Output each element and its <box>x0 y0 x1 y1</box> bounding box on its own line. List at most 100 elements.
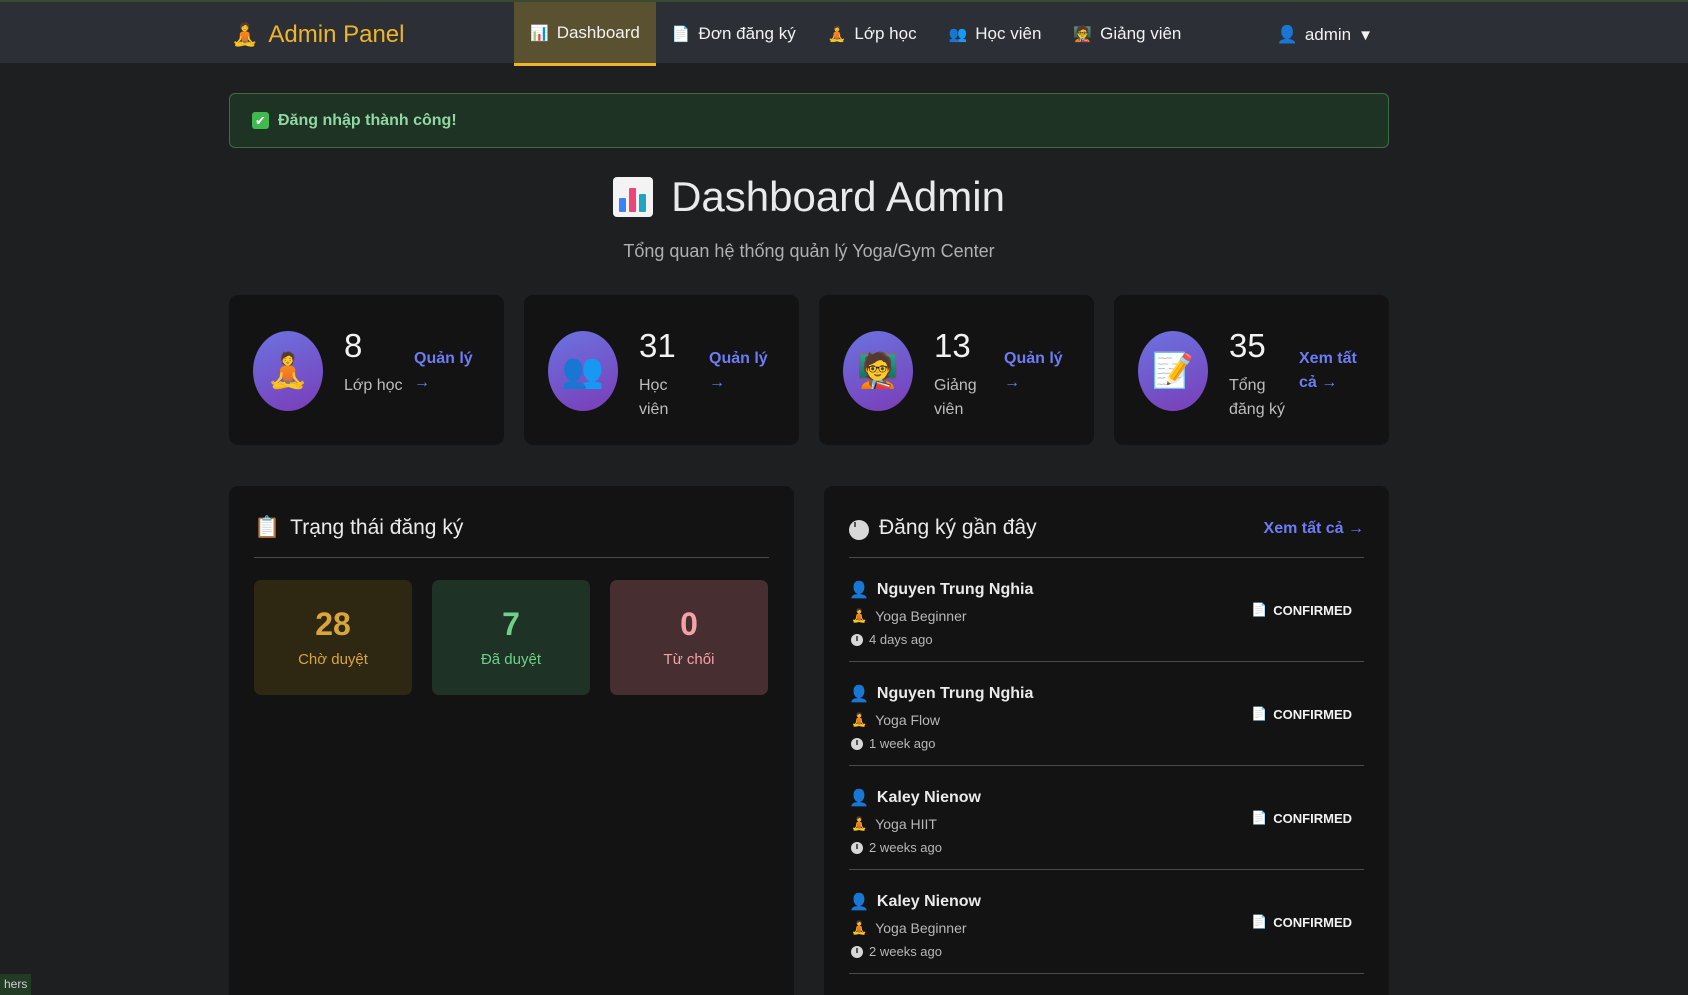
time-ago: 2 weeks ago <box>851 840 942 855</box>
class-name-text: Yoga Beginner <box>875 608 967 624</box>
brand-logo[interactable]: 🧘 Admin Panel <box>231 18 404 52</box>
document-icon: 📄 <box>1251 914 1268 929</box>
bar-chart-icon <box>613 177 654 217</box>
panel-title: Trạng thái đăng ký <box>290 516 464 539</box>
list-item[interactable]: 👤 Kaley Nienow 🧘 Yoga HIIT 2 weeks ago 📄 CO… <box>849 766 1364 870</box>
list-item[interactable]: 👤 Nguyen Trung Nghia 🧘 Yoga Beginner 4 day… <box>849 558 1364 662</box>
meditation-icon: 🧘 <box>231 22 259 47</box>
page-title: Dashboard Admin <box>0 173 1618 221</box>
view-all-registrations-link[interactable]: Xem tất cả → <box>1299 347 1369 395</box>
status-label: Chờ duyệt <box>298 651 368 668</box>
stat-value: 35 <box>1229 327 1266 364</box>
page-title-text: Dashboard Admin <box>671 173 1005 220</box>
status-pending[interactable]: 28 Chờ duyệt <box>254 580 412 695</box>
class-name: 🧘 Yoga HIIT <box>851 816 937 832</box>
student-name: 👤 Kaley Nienow <box>849 788 981 808</box>
status-badge: 📄 CONFIRMED <box>1251 706 1352 722</box>
nav-item-label: Đơn đăng ký <box>698 24 796 43</box>
class-name-text: Yoga HIIT <box>875 816 937 832</box>
status-badge: 📄 CONFIRMED <box>1251 810 1352 826</box>
stat-label: Giảng viên <box>934 377 977 418</box>
status-badge-text: CONFIRMED <box>1273 914 1352 930</box>
stat-card-registrations: 📝 35 Tổng đăng ký Xem tất cả → <box>1114 295 1389 445</box>
nav-item-label: Lớp học <box>854 24 917 43</box>
list-item[interactable]: 👤 Kaley Nienow 🧘 Yoga Beginner 2 weeks ago… <box>849 870 1364 974</box>
status-approved[interactable]: 7 Đã duyệt <box>432 580 590 695</box>
stat-label: Lớp học <box>344 377 403 394</box>
view-all-link[interactable]: Xem tất cả → <box>1264 516 1364 538</box>
teacher-icon: 🧑‍🏫 <box>1073 26 1093 43</box>
time-ago: 2 weeks ago <box>851 944 942 959</box>
meditation-icon: 🧘 <box>253 331 323 411</box>
class-name: 🧘 Yoga Beginner <box>851 608 967 624</box>
stat-card-students: 👥 31 Học viên Quản lý → <box>524 295 799 445</box>
status-value: 0 <box>680 606 698 642</box>
nav-links: 📊 Dashboard 📄 Đơn đăng ký 🧘 Lớp học 👥 Họ… <box>514 2 1197 66</box>
meditation-icon: 🧘 <box>827 26 847 43</box>
memo-icon: 📝 <box>1138 331 1208 411</box>
clipboard-icon: 📋 <box>254 516 281 539</box>
time-ago-text: 2 weeks ago <box>869 840 942 855</box>
nav-item-registrations[interactable]: 📄 Đơn đăng ký <box>656 2 812 66</box>
nav-item-students[interactable]: 👥 Học viên <box>933 2 1058 66</box>
student-name-text: Kaley Nienow <box>876 789 981 806</box>
panel-title: Đăng ký gần đây <box>879 516 1037 539</box>
status-bar-tag: hers <box>0 974 32 995</box>
status-badge-text: CONFIRMED <box>1273 810 1352 826</box>
time-ago: 4 days ago <box>851 632 933 647</box>
nav-item-dashboard[interactable]: 📊 Dashboard <box>514 2 656 66</box>
student-name-text: Nguyen Trung Nghia <box>876 581 1034 598</box>
class-name-text: Yoga Flow <box>875 712 941 728</box>
time-ago-text: 2 weeks ago <box>869 944 942 959</box>
manage-students-link[interactable]: Quản lý → <box>709 347 779 395</box>
user-icon: 👤 <box>849 790 869 807</box>
list-item[interactable]: 👤 Nguyen Trung Nghia 🧘 Yoga Flow 1 week ag… <box>849 662 1364 766</box>
nav-item-label: Dashboard <box>556 22 640 42</box>
manage-classes-link[interactable]: Quản lý → <box>414 347 484 395</box>
login-success-alert: ✔ Đăng nhập thành công! <box>229 93 1389 148</box>
stat-card-instructors: 🧑‍🏫 13 Giảng viên Quản lý → <box>819 295 1094 445</box>
document-icon: 📄 <box>1251 706 1268 721</box>
users-icon: 👥 <box>948 26 968 43</box>
class-name: 🧘 Yoga Beginner <box>851 920 967 936</box>
meditation-icon: 🧘 <box>851 608 868 623</box>
document-icon: 📄 <box>1251 602 1268 617</box>
status-badge: 📄 CONFIRMED <box>1251 914 1352 930</box>
status-label: Từ chối <box>663 651 715 668</box>
status-value: 28 <box>315 606 351 642</box>
meditation-icon: 🧘 <box>851 712 868 727</box>
meditation-icon: 🧘 <box>851 920 868 935</box>
stat-value: 13 <box>934 327 971 364</box>
status-rejected[interactable]: 0 Từ chối <box>610 580 768 695</box>
time-ago: 1 week ago <box>851 736 936 751</box>
caret-down-icon: ▼ <box>1358 26 1373 44</box>
recent-registrations-panel: Đăng ký gần đây Xem tất cả → 👤 Nguyen Tru… <box>824 486 1389 995</box>
student-name: 👤 Nguyen Trung Nghia <box>849 684 1033 704</box>
student-name-text: Kaley Nienow <box>876 893 981 910</box>
stat-label: Tổng đăng ký <box>1229 377 1286 418</box>
time-ago-text: 1 week ago <box>869 736 936 751</box>
document-icon: 📄 <box>671 26 691 43</box>
status-value: 7 <box>502 606 520 642</box>
clock-icon <box>849 520 869 540</box>
class-name: 🧘 Yoga Flow <box>851 712 940 728</box>
student-name-text: Nguyen Trung Nghia <box>876 685 1034 702</box>
nav-item-label: Giảng viên <box>1100 24 1182 43</box>
nav-item-classes[interactable]: 🧘 Lớp học <box>812 2 933 66</box>
clock-icon <box>851 841 863 854</box>
nav-item-instructors[interactable]: 🧑‍🏫 Giảng viên <box>1057 2 1197 66</box>
clock-icon <box>851 945 863 958</box>
user-icon: 👤 <box>849 686 869 703</box>
stat-value: 8 <box>344 327 363 364</box>
user-icon: 👤 <box>1276 25 1298 44</box>
user-menu[interactable]: 👤 admin ▼ <box>1277 18 1373 52</box>
user-icon: 👤 <box>849 582 869 599</box>
teacher-icon: 🧑‍🏫 <box>843 331 913 411</box>
meditation-icon: 🧘 <box>851 816 868 831</box>
user-name: admin <box>1304 25 1352 44</box>
status-badge-text: CONFIRMED <box>1273 706 1352 722</box>
clock-icon <box>851 633 863 646</box>
manage-instructors-link[interactable]: Quản lý → <box>1004 347 1074 395</box>
brand-name: Admin Panel <box>268 21 405 48</box>
status-badge: 📄 CONFIRMED <box>1251 602 1352 618</box>
